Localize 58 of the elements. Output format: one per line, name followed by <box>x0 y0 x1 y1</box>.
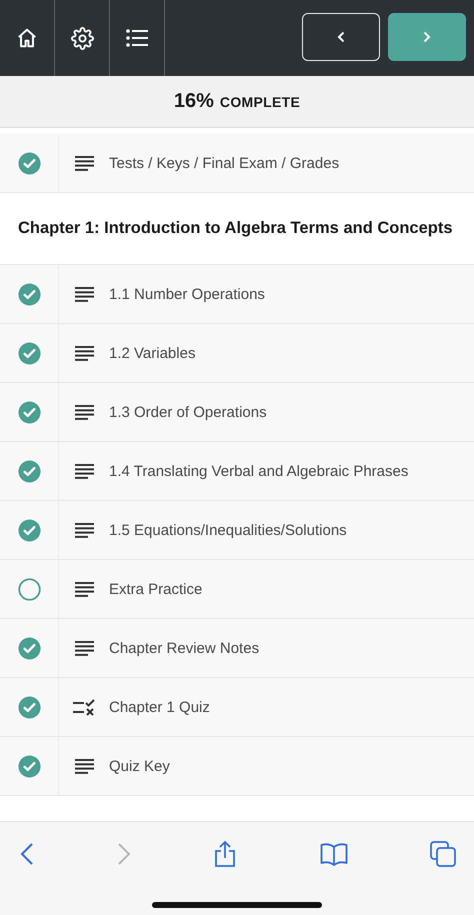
lesson-title: Tests / Keys / Final Exam / Grades <box>109 154 340 172</box>
lesson-row[interactable]: Extra Practice <box>0 560 474 619</box>
chevron-right-icon <box>116 842 130 866</box>
book-icon <box>320 842 348 866</box>
lesson-title: Chapter Review Notes <box>109 640 260 656</box>
lesson-title: Chapter 1 Quiz <box>109 698 210 716</box>
checked-icon[interactable] <box>18 636 40 660</box>
previous-button[interactable] <box>302 13 380 61</box>
checked-icon[interactable] <box>18 152 40 174</box>
share-icon <box>213 840 237 868</box>
lesson-title: Quiz Key <box>109 758 170 774</box>
lesson-row[interactable]: Chapter 1 Quiz <box>0 678 474 737</box>
tabs-icon <box>430 841 456 867</box>
lesson-row[interactable]: 1.3 Order of Operations <box>0 383 474 442</box>
unchecked-circle-icon[interactable] <box>18 578 40 600</box>
text-lines-icon <box>74 404 94 420</box>
progress-percent: 16% <box>174 90 214 113</box>
text-lines-icon <box>74 464 94 478</box>
text-lines-icon <box>74 156 94 170</box>
checked-icon[interactable] <box>18 754 40 778</box>
tabs-button[interactable] <box>430 841 456 867</box>
lesson-title: Extra Practice <box>109 580 202 598</box>
text-lines-icon <box>74 582 94 596</box>
lesson-title: 1.2 Variables <box>109 344 196 362</box>
lesson-row[interactable]: 1.2 Variables <box>0 324 474 383</box>
text-lines-icon <box>74 640 94 656</box>
lesson-title: 1.4 Translating Verbal and Algebraic Phrases <box>109 462 408 480</box>
lesson-title: 1.3 Order of Operations <box>109 404 267 420</box>
lesson-row[interactable]: Quiz Key <box>0 737 474 796</box>
checked-icon[interactable] <box>18 282 40 306</box>
text-lines-icon <box>74 758 94 774</box>
home-icon <box>16 27 38 49</box>
text-lines-icon <box>74 522 94 538</box>
lesson-row[interactable]: 1.4 Translating Verbal and Algebraic Phrases <box>0 442 474 501</box>
back-button[interactable] <box>20 842 34 866</box>
lesson-row[interactable]: Tests / Keys / Final Exam / Grades <box>0 134 474 193</box>
settings-icon <box>70 26 94 50</box>
checked-icon[interactable] <box>18 460 40 482</box>
share-button[interactable] <box>213 840 237 868</box>
checked-icon[interactable] <box>18 696 40 718</box>
text-lines-icon <box>74 346 94 360</box>
lesson-row[interactable]: 1.5 Equations/Inequalities/Solutions <box>0 501 474 560</box>
checked-icon[interactable] <box>18 342 40 364</box>
menu-icon <box>126 29 148 47</box>
text-lines-icon <box>74 286 94 302</box>
lesson-row[interactable]: Chapter Review Notes <box>0 619 474 678</box>
lesson-title: 1.5 Equations/Inequalities/Solutions <box>109 522 347 538</box>
chevron-right-icon <box>423 31 431 43</box>
lesson-row[interactable]: 1.1 Number Operations <box>0 265 474 324</box>
progress-label: COMPLETE <box>220 94 300 110</box>
checked-icon[interactable] <box>18 400 40 424</box>
chevron-left-icon <box>337 31 345 43</box>
chapter-heading: Chapter 1: Introduction to Algebra Terms and Concepts <box>18 219 453 238</box>
bookmarks-button[interactable] <box>320 842 348 866</box>
lesson-title: 1.1 Number Operations <box>109 286 265 302</box>
checklist-icon <box>73 698 95 716</box>
chevron-left-icon <box>20 842 34 866</box>
checked-icon[interactable] <box>18 518 40 542</box>
